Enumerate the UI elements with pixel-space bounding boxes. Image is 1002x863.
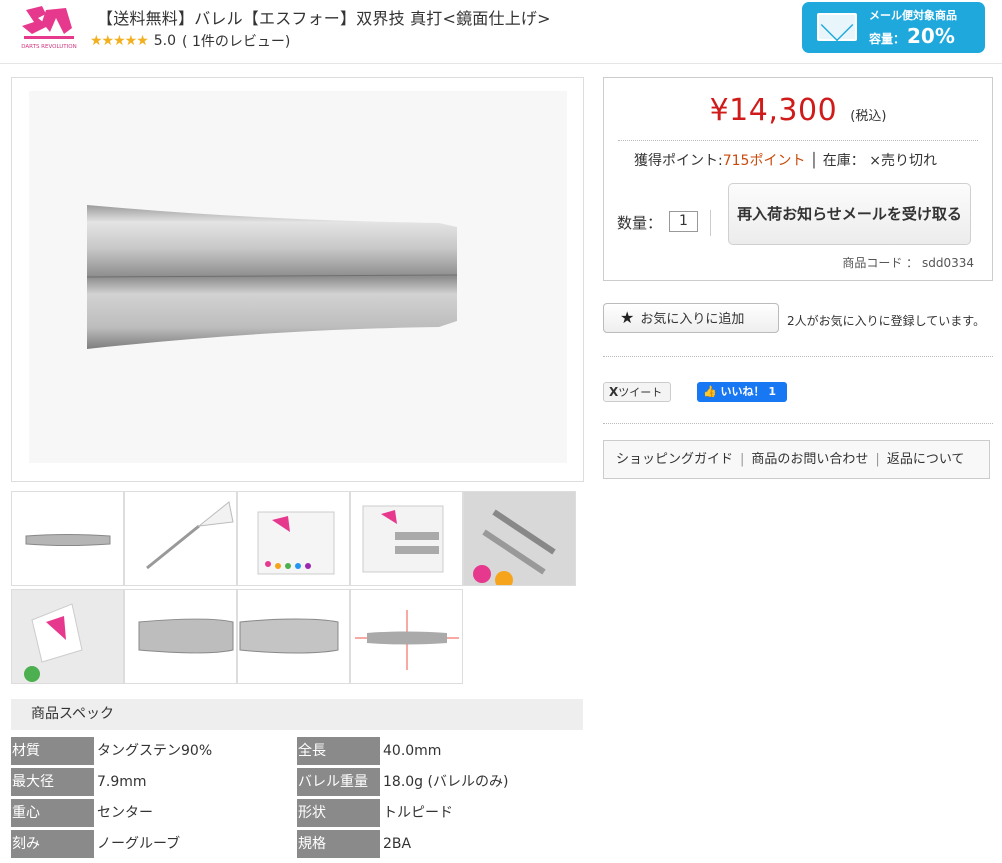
price: ¥14,300 (税込)	[604, 93, 992, 128]
purchase-box: ¥14,300 (税込) 獲得ポイント:715ポイント │ 在庫： ×売り切れ …	[603, 77, 993, 281]
divider	[603, 423, 993, 424]
tweet-button[interactable]: Xツイート	[603, 382, 671, 402]
thumbnail-4[interactable]	[350, 491, 463, 586]
thumbnail-2[interactable]	[124, 491, 237, 586]
thumbnail-7[interactable]	[124, 589, 237, 684]
quantity-input[interactable]: 1	[669, 211, 698, 232]
points-value: 715ポイント	[722, 153, 806, 169]
thumbnail-6[interactable]	[11, 589, 124, 684]
restock-notify-button[interactable]: 再入荷お知らせメールを受け取る	[728, 183, 971, 245]
envelope-icon	[817, 13, 857, 41]
points-stock: 獲得ポイント:715ポイント │ 在庫： ×売り切れ	[634, 153, 937, 169]
thumbnail-5[interactable]	[463, 491, 576, 586]
inquiry-link[interactable]: 商品のお問い合わせ	[751, 452, 868, 467]
mail-badge-line1: メール便対象商品	[869, 9, 957, 22]
review-count-link[interactable]: ( 1件のレビュー)	[182, 31, 290, 51]
price-value: ¥14,300	[709, 93, 838, 128]
thumbs-up-icon: 👍	[703, 385, 717, 398]
add-favorite-button[interactable]: ★ お気に入りに追加	[603, 303, 779, 333]
tax-label: (税込)	[850, 109, 887, 124]
rating: ★★★★★ 5.0 ( 1件のレビュー)	[90, 31, 290, 51]
rating-stars-icon: ★★★★★	[90, 33, 149, 49]
product-title: 【送料無料】バレル【エスフォー】双界技 真打<鏡面仕上げ>	[97, 9, 551, 28]
mail-badge-line2: 容量： 20%	[869, 24, 955, 48]
divider	[618, 140, 978, 141]
star-icon: ★	[620, 308, 635, 327]
thumbnail-8[interactable]	[237, 589, 350, 684]
returns-link[interactable]: 返品について	[887, 452, 965, 467]
stock-status: ×売り切れ	[869, 153, 937, 169]
barrel-image	[86, 205, 458, 349]
x-icon: X	[609, 385, 619, 399]
favorite-count: 2人がお気に入りに登録しています。	[787, 314, 986, 328]
svg-text:DARTS REVOLUTION: DARTS REVOLUTION	[21, 44, 76, 50]
thumbnail-1[interactable]	[11, 491, 124, 586]
main-product-image[interactable]	[11, 77, 584, 482]
thumbnail-9[interactable]	[350, 589, 463, 684]
info-links: ショッピングガイド | 商品のお問い合わせ | 返品について	[603, 440, 990, 479]
facebook-like-button[interactable]: 👍 いいね！ 1	[697, 382, 787, 402]
divider	[603, 356, 993, 357]
product-code: 商品コード ： sdd0334	[842, 256, 974, 270]
s4-logo[interactable]: DARTS REVOLUTION	[20, 4, 78, 52]
divider	[710, 210, 711, 236]
spec-heading: 商品スペック	[11, 699, 583, 730]
mail-delivery-badge: メール便対象商品 容量： 20%	[802, 2, 985, 53]
rating-score: 5.0	[153, 33, 177, 49]
shopping-guide-link[interactable]: ショッピングガイド	[616, 452, 733, 467]
quantity-label: 数量：	[617, 214, 663, 232]
product-header: DARTS REVOLUTION 【送料無料】バレル【エスフォー】双界技 真打<…	[0, 0, 1002, 64]
thumbnail-3[interactable]	[237, 491, 350, 586]
